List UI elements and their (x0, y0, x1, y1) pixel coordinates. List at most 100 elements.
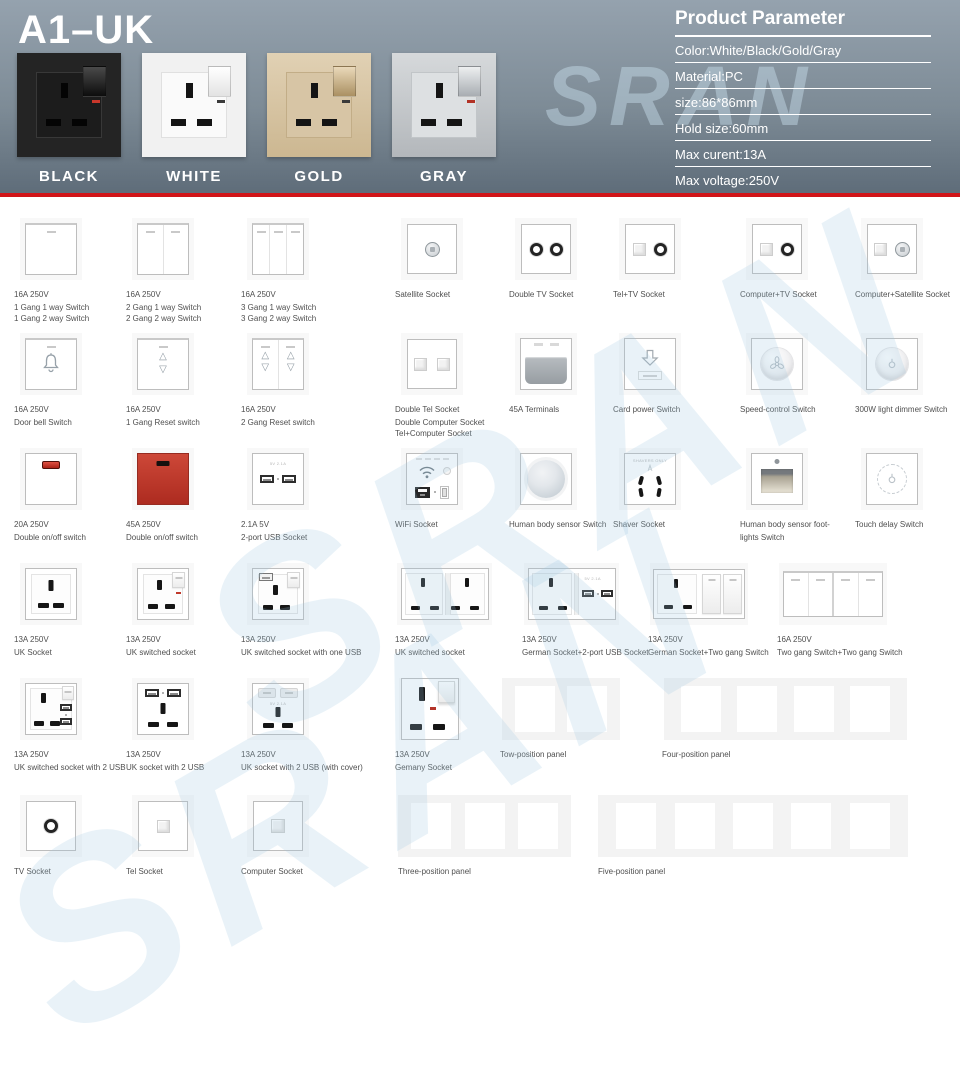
product-label: 300W light dimmer Switch (855, 404, 947, 415)
product-cell: 13A 250V UK switched socket (395, 563, 492, 658)
reset-2-thumbnail: △ ▽ △ ▽ (247, 333, 309, 395)
product-label: 13A 250V German Socket+2-port USB Socket (522, 634, 649, 658)
computer-tv-thumbnail (746, 218, 808, 280)
product-label-line: 13A 250V (241, 750, 276, 759)
product-label-line: Card power Switch (613, 405, 681, 414)
product-label-line: 16A 250V (14, 290, 49, 299)
product-label-line: German Socket+2-port USB Socket (522, 648, 649, 657)
product-label-line: Computer+Satellite Socket (855, 290, 950, 299)
panel-position (849, 803, 890, 849)
panel-3-thumbnail (398, 795, 571, 857)
product-label-line: Double Tel Socket (395, 405, 460, 414)
product-label: 16A 250V 2 Gang 1 way Switch 2 Gang 2 way … (126, 289, 201, 324)
satellite-thumbnail (401, 218, 463, 280)
product-label: Computer+TV Socket (740, 289, 817, 300)
product-label-line: Human body sensor Switch (509, 520, 607, 529)
computer-satellite-thumbnail (861, 218, 923, 280)
german-2switch-thumbnail (650, 563, 748, 625)
red-divider (0, 193, 960, 197)
product-label-line: Two gang Switch+Two gang Switch (777, 648, 903, 657)
tv-thumbnail (20, 795, 82, 857)
product-label-line: Tel Socket (126, 867, 163, 876)
socket-face (36, 66, 106, 138)
product-label: Human body sensor foot-lights Switch (740, 519, 830, 543)
product-cell: Double Tel Socket Double Computer Socket T… (395, 333, 484, 439)
product-label: 16A 250V 3 Gang 1 way Switch 3 Gang 2 way … (241, 289, 316, 324)
product-label-line: 13A 250V (395, 750, 430, 759)
product-label-line: Shaver Socket (613, 520, 666, 529)
product-label: 13A 250V UK switched socket with one USB (241, 634, 362, 658)
product-label-line: 16A 250V (126, 405, 161, 414)
product-label-line: 1 Gang 2 way Switch (14, 314, 90, 323)
product-cell: Satellite Socket (395, 218, 463, 302)
product-label: 16A 250V 1 Gang 1 way Switch 1 Gang 2 way … (14, 289, 89, 324)
product-cell: 16A 250V 2 Gang 1 way Switch 2 Gang 2 way … (126, 218, 201, 324)
product-label-line: 2-port USB Socket (241, 533, 308, 542)
product-label: Speed-control Switch (740, 404, 816, 415)
product-label: 16A 250V Two gang Switch+Two gang Switch (777, 634, 903, 658)
indicator-led (342, 100, 350, 103)
dimmer-thumbnail (861, 333, 923, 395)
product-label-line: UK socket with 2 USB (126, 763, 205, 772)
product-label-line: 13A 250V (241, 635, 276, 644)
panel-position (791, 803, 832, 849)
product-label-line: Double on/off switch (14, 533, 86, 542)
switch-1-thumbnail (20, 218, 82, 280)
indicator-led (467, 100, 475, 103)
product-label: WiFi Socket (395, 519, 463, 530)
variant-label: BLACK (39, 168, 99, 185)
product-label-line: Tel+Computer Socket (395, 429, 472, 438)
product-label-line: Five-position panel (598, 867, 666, 876)
product-label: 13A 250V UK switched socket with 2 USB (14, 749, 126, 773)
product-label: 45A 250V Double on/off switch (126, 519, 198, 543)
product-label: 13A 250V German Socket+Two gang Switch (648, 634, 769, 658)
product-cell: Tel Socket (126, 795, 194, 879)
product-cell: Human body sensor Switch (509, 448, 606, 532)
product-label-line: Speed-control Switch (740, 405, 816, 414)
parameter-row-material: Material:PC (675, 63, 931, 89)
product-label: TV Socket (14, 866, 82, 877)
product-label: 13A 250V Gemany Socket (395, 749, 461, 773)
reset-1-thumbnail: △ ▽ (132, 333, 194, 395)
parameter-title: Product Parameter (675, 8, 931, 37)
product-label: Human body sensor Switch (509, 519, 606, 530)
product-label: 16A 250V 2 Gang Reset switch (241, 404, 315, 428)
product-cell: 16A 250V Door bell Switch (14, 333, 82, 428)
product-label: Double Tel Socket Double Computer Socket T… (395, 404, 484, 439)
product-parameter-panel: Product Parameter Color:White/Black/Gold… (675, 8, 931, 192)
product-cell: Touch delay Switch (855, 448, 923, 532)
rocker-switch (208, 66, 231, 97)
product-label-line: UK Socket (14, 648, 52, 657)
rocker-switch (458, 66, 481, 97)
product-cell: 13A 250V UK Socket (14, 563, 82, 658)
product-cell: Tel+TV Socket (613, 218, 681, 302)
dos-red-thumbnail (132, 448, 194, 510)
header-banner: A1–UK BLACK WHITE GOLD GRAY Product Para… (0, 0, 960, 197)
product-cell: 16A 250V 1 Gang 1 way Switch 1 Gang 2 way … (14, 218, 89, 324)
product-label-line: German Socket+Two gang Switch (648, 648, 769, 657)
black-socket-image (17, 53, 121, 157)
product-cell: 5V 2.1A 13A 250V German Socket+2-port USB … (522, 563, 649, 658)
indicator-led (92, 100, 100, 103)
parameter-row-max-voltage: Max voltage:250V (675, 173, 780, 188)
product-cell: 45A 250V Double on/off switch (126, 448, 198, 543)
panel-position (680, 686, 721, 732)
product-cell: 16A 250V 3 Gang 1 way Switch 3 Gang 2 way … (241, 218, 316, 324)
product-label-line: Gemany Socket (395, 763, 452, 772)
product-cell: SHAVERS ONLY Shaver Socket (613, 448, 681, 532)
page-title: A1–UK (18, 8, 155, 52)
product-label-line: UK socket with 2 USB (with cover) (241, 763, 363, 772)
product-cell: WiFi Socket (395, 448, 463, 532)
product-label-line: 2 Gang 2 way Switch (126, 314, 202, 323)
doorbell-thumbnail (20, 333, 82, 395)
product-label-line: 16A 250V (126, 290, 161, 299)
product-label: Double TV Socket (509, 289, 577, 300)
panel-position (411, 803, 452, 849)
product-label-line: 13A 250V (14, 635, 49, 644)
tel-tv-thumbnail (619, 218, 681, 280)
parameter-row-hold-size: Hold size:60mm (675, 115, 931, 141)
panel-position (732, 803, 773, 849)
panel-position (737, 686, 778, 732)
switch-2-thumbnail (132, 218, 194, 280)
product-cell: Speed-control Switch (740, 333, 816, 417)
